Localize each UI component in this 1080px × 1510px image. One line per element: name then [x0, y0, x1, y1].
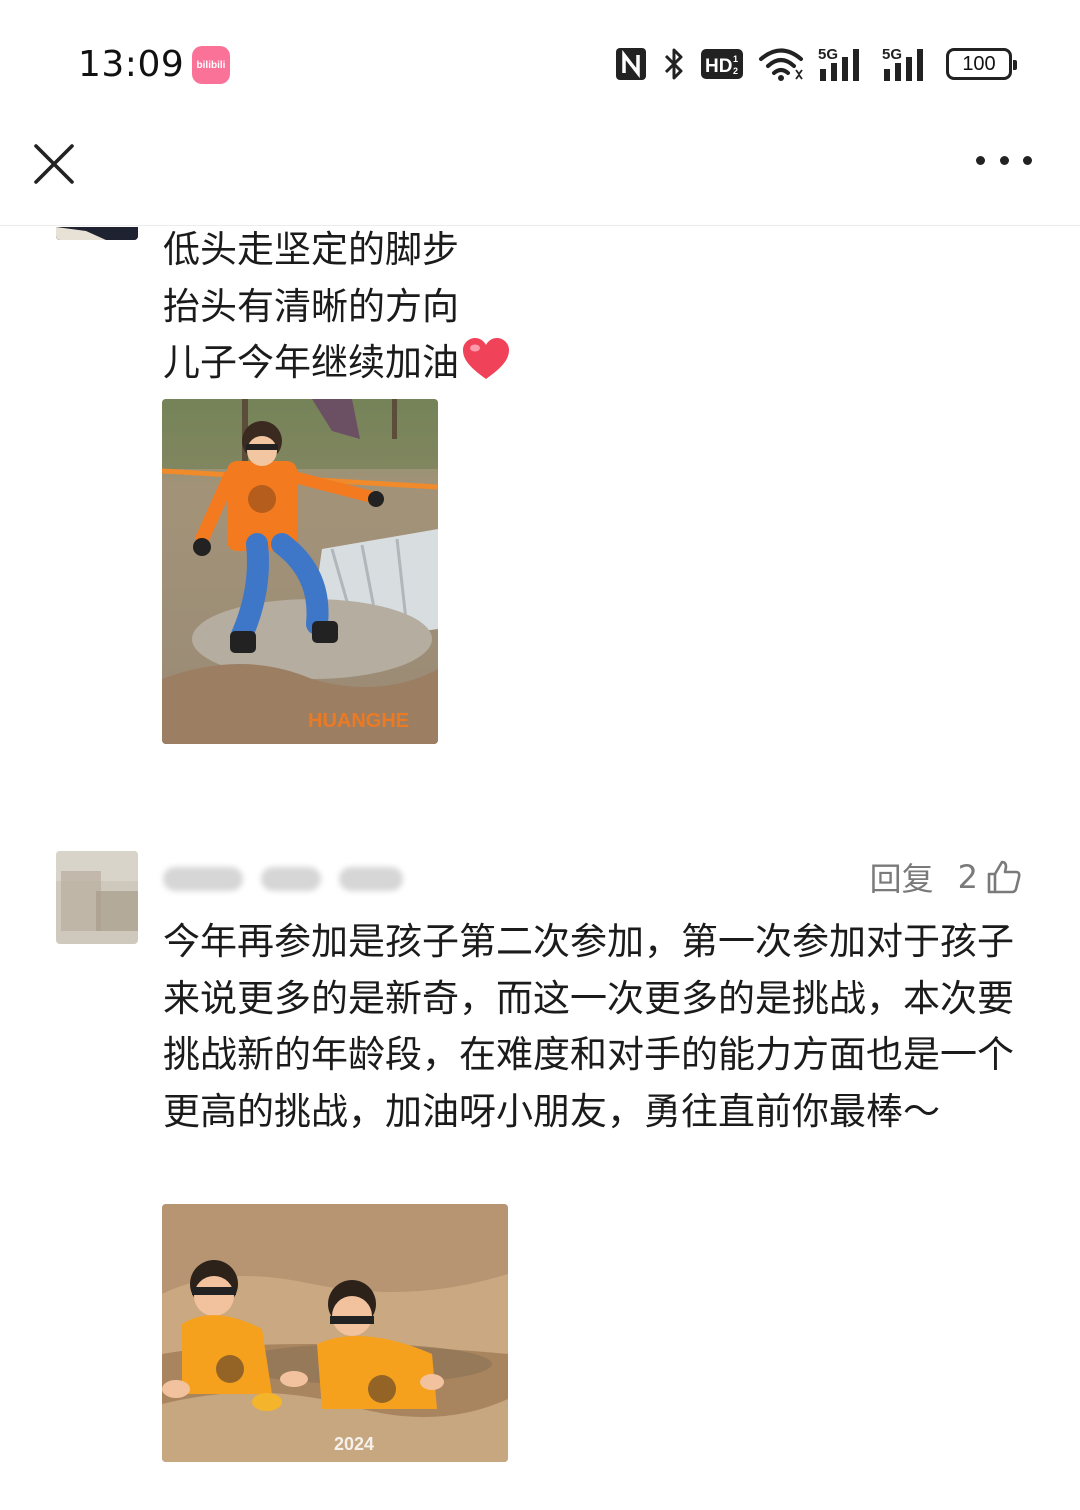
- svg-text:5G: 5G: [818, 46, 838, 63]
- comment-text: 今年再参加是孩子第二次参加，第一次参加对于孩子来说更多的是新奇，而这一次更多的是…: [163, 920, 1014, 1133]
- comment-text: 低头走坚定的脚步 抬头有清晰的方向 儿子今年继续加油: [163, 227, 1023, 392]
- thumbs-up-icon: [987, 860, 1021, 894]
- signal-5g-icon: 5G: [818, 44, 868, 84]
- bilibili-app-icon: bilibili: [192, 46, 230, 84]
- photo-two-boys-icon: 2024: [162, 1204, 508, 1462]
- more-dot: [1023, 155, 1032, 165]
- username-blur: [163, 867, 243, 891]
- avatar[interactable]: [56, 851, 138, 944]
- svg-text:2: 2: [733, 66, 738, 76]
- nfc-icon: [614, 44, 648, 84]
- close-button[interactable]: [30, 140, 78, 188]
- status-bar: 13:09 bilibili HD 1 2 5G 5G 100: [0, 0, 1080, 120]
- comment-item: 低头走坚定的脚步 抬头有清晰的方向 儿子今年继续加油 HUANGHE: [0, 227, 1080, 787]
- more-dot: [999, 155, 1009, 165]
- status-time: 13:09: [78, 44, 185, 85]
- username-blur: [339, 867, 403, 891]
- comment-body: 低头走坚定的脚步 抬头有清晰的方向 儿子今年继续加油: [163, 228, 459, 384]
- heart-emoji-icon: [463, 338, 509, 379]
- signal-5g-icon: 5G: [882, 44, 932, 84]
- more-options-button[interactable]: [976, 142, 1032, 178]
- more-dots-icon: [976, 155, 985, 165]
- hd-voice-icon: HD 1 2: [700, 44, 744, 84]
- like-count: 2: [957, 858, 978, 896]
- battery-level: 100: [962, 52, 996, 75]
- bluetooth-icon: [662, 44, 686, 84]
- comment-list[interactable]: 低头走坚定的脚步 抬头有清晰的方向 儿子今年继续加油 HUANGHE 回复 2 …: [0, 227, 1080, 1510]
- avatar[interactable]: [56, 227, 138, 240]
- username-blur: [261, 867, 321, 891]
- svg-text:2024: 2024: [334, 1434, 374, 1454]
- photo-boy-jumping-icon: HUANGHE: [162, 399, 438, 744]
- comment-photo-crawling[interactable]: 2024: [162, 1204, 508, 1462]
- username-blurred[interactable]: [163, 857, 403, 897]
- svg-text:5G: 5G: [882, 46, 902, 63]
- comment-actions: 回复 2: [870, 855, 1022, 899]
- svg-text:1: 1: [733, 54, 738, 64]
- battery-icon: 100: [946, 48, 1017, 80]
- close-icon: [34, 144, 74, 184]
- reply-button[interactable]: 回复: [870, 854, 934, 900]
- comment-photo-jumping[interactable]: HUANGHE: [162, 399, 438, 744]
- svg-text:HD: HD: [705, 56, 732, 77]
- wifi-icon: [758, 44, 804, 84]
- comment-item: 回复 2 今年再参加是孩子第二次参加，第一次参加对于孩子来说更多的是新奇，而这一…: [0, 827, 1080, 1510]
- like-button[interactable]: 2: [958, 858, 1022, 896]
- status-icons: HD 1 2 5G 5G 100: [614, 44, 1017, 84]
- top-nav-bar: [0, 120, 1080, 226]
- svg-text:HUANGHE: HUANGHE: [308, 710, 409, 732]
